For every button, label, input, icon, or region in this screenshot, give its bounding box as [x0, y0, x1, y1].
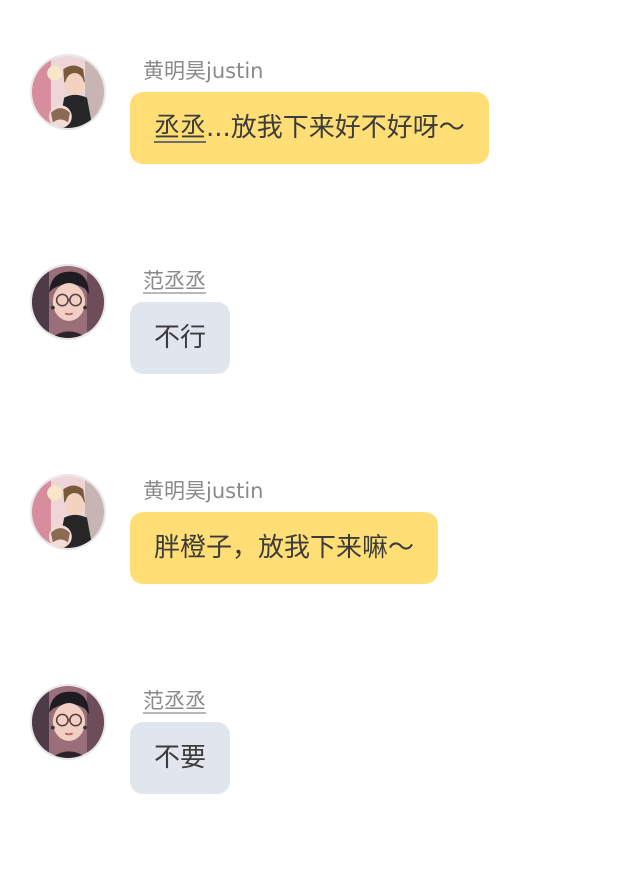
message-text: 胖橙子，放我下来嘛～ [154, 533, 415, 563]
message-bubble[interactable]: 不行 [130, 302, 231, 374]
avatar[interactable] [30, 684, 106, 760]
avatar-fan-chengcheng-icon [32, 686, 104, 758]
avatar-fan-chengcheng-icon [32, 266, 104, 338]
chat-message: 黄明昊justin 胖橙子，放我下来嘛～ [0, 472, 634, 612]
chat-thread: 黄明昊justin 丞丞...放我下来好不好呀～ 范丞丞 不行 黄明昊justi… [0, 0, 634, 881]
sender-name: 黄明昊justin [143, 59, 264, 83]
avatar[interactable] [30, 264, 106, 340]
message-text: 不要 [154, 743, 207, 773]
sender-name: 黄明昊justin [143, 479, 264, 503]
sender-name: 范丞丞 [143, 269, 206, 293]
message-bubble[interactable]: 胖橙子，放我下来嘛～ [130, 512, 439, 584]
message-text: 不行 [154, 323, 207, 353]
sender-name: 范丞丞 [143, 689, 206, 713]
avatar[interactable] [30, 54, 106, 130]
message-bubble[interactable]: 不要 [130, 722, 231, 794]
chat-message: 黄明昊justin 丞丞...放我下来好不好呀～ [0, 52, 634, 192]
message-bubble[interactable]: 丞丞...放我下来好不好呀～ [130, 92, 489, 164]
message-text-underlined: 丞丞 [154, 113, 207, 143]
chat-message: 范丞丞 不行 [0, 262, 634, 402]
avatar-huang-minghao-icon [32, 476, 104, 548]
chat-message: 范丞丞 不要 [0, 682, 634, 822]
avatar[interactable] [30, 474, 106, 550]
avatar-huang-minghao-icon [32, 56, 104, 128]
message-text: ...放我下来好不好呀～ [206, 113, 465, 143]
